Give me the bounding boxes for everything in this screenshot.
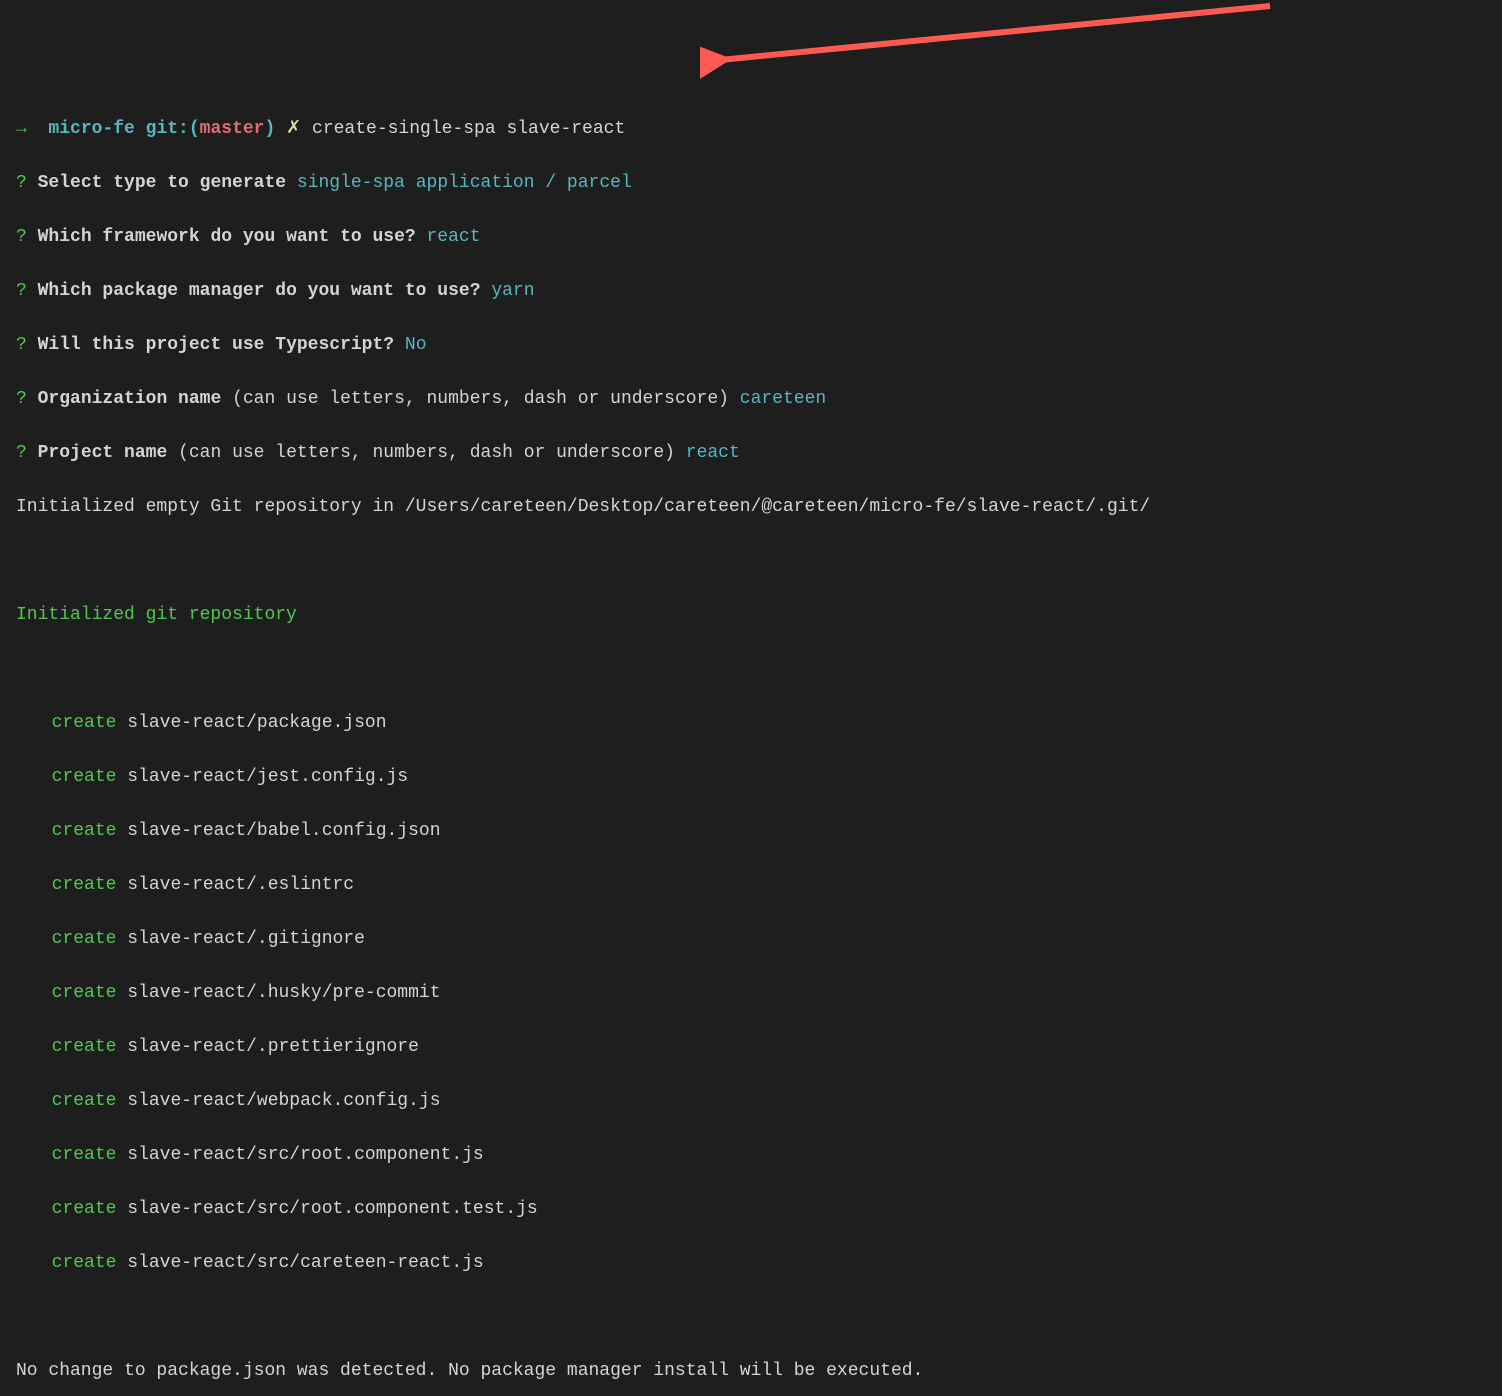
- create-path: slave-react/src/root.component.js: [127, 1145, 483, 1165]
- repo-init-message: Initialized git repository: [16, 602, 1486, 629]
- create-verb: create: [52, 875, 117, 895]
- create-line: create slave-react/src/careteen-react.js: [16, 1250, 1486, 1277]
- git-init-message: Initialized empty Git repository in /Use…: [16, 494, 1486, 521]
- create-verb: create: [52, 1253, 117, 1273]
- question-line: ? Select type to generate single-spa app…: [16, 170, 1486, 197]
- create-path: slave-react/jest.config.js: [127, 767, 408, 787]
- create-line: create slave-react/.gitignore: [16, 926, 1486, 953]
- create-verb: create: [52, 929, 117, 949]
- create-line: create slave-react/.husky/pre-commit: [16, 980, 1486, 1007]
- question-mark-icon: ?: [16, 443, 27, 463]
- create-path: slave-react/webpack.config.js: [127, 1091, 440, 1111]
- question-text: Project name: [38, 443, 168, 463]
- blank-line: [16, 1304, 1486, 1331]
- question-answer: react: [686, 443, 740, 463]
- prompt-dirty-icon: ✗: [286, 119, 301, 139]
- create-line: create slave-react/src/root.component.js: [16, 1142, 1486, 1169]
- create-path: slave-react/.husky/pre-commit: [127, 983, 440, 1003]
- prompt-command[interactable]: create-single-spa slave-react: [312, 119, 625, 139]
- question-answer: single-spa application / parcel: [297, 173, 632, 193]
- prompt-git-label: git:(: [146, 119, 200, 139]
- question-answer: No: [405, 335, 427, 355]
- annotation-arrow-icon: [700, 0, 1280, 80]
- question-line: ? Which package manager do you want to u…: [16, 278, 1486, 305]
- create-path: slave-react/.gitignore: [127, 929, 365, 949]
- question-hint: (can use letters, numbers, dash or under…: [232, 389, 729, 409]
- create-path: slave-react/.eslintrc: [127, 875, 354, 895]
- create-verb: create: [52, 1145, 117, 1165]
- create-verb: create: [52, 983, 117, 1003]
- create-line: create slave-react/package.json: [16, 710, 1486, 737]
- question-answer: react: [427, 227, 481, 247]
- question-line: ? Will this project use Typescript? No: [16, 332, 1486, 359]
- question-text: Select type to generate: [38, 173, 286, 193]
- create-verb: create: [52, 821, 117, 841]
- question-text: Which package manager do you want to use…: [38, 281, 481, 301]
- create-verb: create: [52, 713, 117, 733]
- create-path: slave-react/package.json: [127, 713, 386, 733]
- no-change-message: No change to package.json was detected. …: [16, 1358, 1486, 1385]
- create-verb: create: [52, 767, 117, 787]
- question-line: ? Project name (can use letters, numbers…: [16, 440, 1486, 467]
- create-verb: create: [52, 1199, 117, 1219]
- blank-line: [16, 656, 1486, 683]
- create-verb: create: [52, 1091, 117, 1111]
- question-mark-icon: ?: [16, 389, 27, 409]
- create-line: create slave-react/src/root.component.te…: [16, 1196, 1486, 1223]
- prompt-branch: master: [200, 119, 265, 139]
- question-line: ? Which framework do you want to use? re…: [16, 224, 1486, 251]
- question-mark-icon: ?: [16, 281, 27, 301]
- create-verb: create: [52, 1037, 117, 1057]
- question-mark-icon: ?: [16, 173, 27, 193]
- question-answer: careteen: [740, 389, 826, 409]
- prompt-dir: micro-fe: [48, 119, 134, 139]
- prompt-git-close: ): [264, 119, 275, 139]
- terminal-prompt-line: → micro-fe git:(master) ✗ create-single-…: [16, 116, 1486, 143]
- question-mark-icon: ?: [16, 227, 27, 247]
- question-line: ? Organization name (can use letters, nu…: [16, 386, 1486, 413]
- create-path: slave-react/src/careteen-react.js: [127, 1253, 483, 1273]
- create-path: slave-react/src/root.component.test.js: [127, 1199, 537, 1219]
- blank-line: [16, 548, 1486, 575]
- question-text: Will this project use Typescript?: [38, 335, 394, 355]
- question-answer: yarn: [491, 281, 534, 301]
- question-text: Which framework do you want to use?: [38, 227, 416, 247]
- create-line: create slave-react/babel.config.json: [16, 818, 1486, 845]
- create-line: create slave-react/webpack.config.js: [16, 1088, 1486, 1115]
- question-mark-icon: ?: [16, 335, 27, 355]
- create-path: slave-react/babel.config.json: [127, 821, 440, 841]
- question-text: Organization name: [38, 389, 222, 409]
- question-hint: (can use letters, numbers, dash or under…: [178, 443, 675, 463]
- create-path: slave-react/.prettierignore: [127, 1037, 419, 1057]
- create-line: create slave-react/.prettierignore: [16, 1034, 1486, 1061]
- prompt-arrow: →: [16, 119, 27, 139]
- create-line: create slave-react/.eslintrc: [16, 872, 1486, 899]
- create-line: create slave-react/jest.config.js: [16, 764, 1486, 791]
